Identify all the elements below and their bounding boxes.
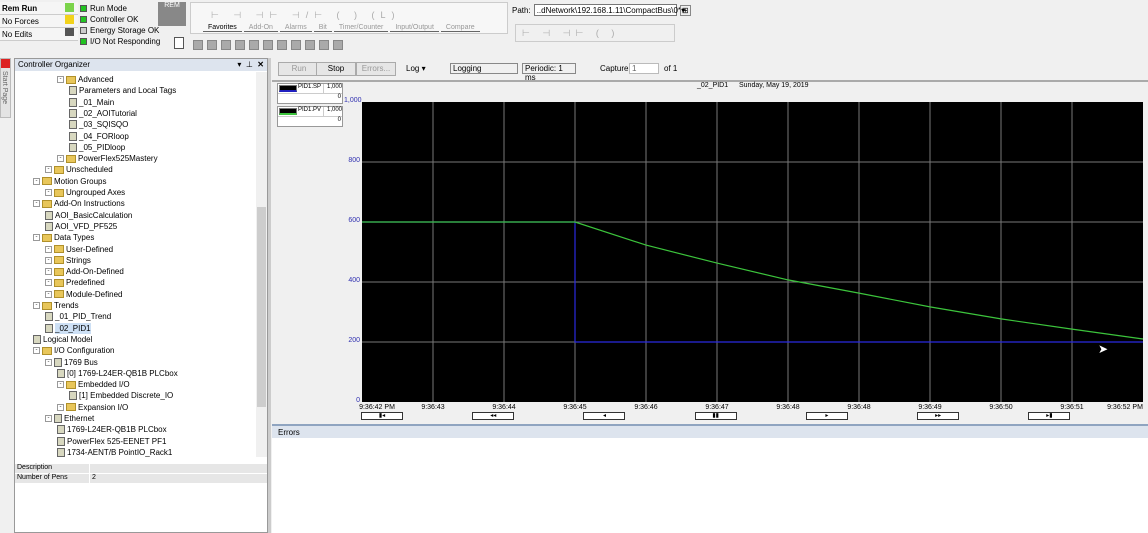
x-tick-label: 9:36:43 bbox=[421, 404, 445, 411]
x-tick-label: 9:36:49 bbox=[918, 404, 942, 411]
y-tick-label: 400 bbox=[348, 277, 360, 284]
errors-title: Errors bbox=[272, 426, 1148, 438]
y-tick-label: 0 bbox=[356, 397, 360, 404]
errors-panel: Errors bbox=[272, 424, 1148, 533]
scroll-nav-button[interactable]: ▸▮ bbox=[1028, 412, 1071, 420]
x-tick-label: 9:36:50 bbox=[989, 404, 1013, 411]
x-tick-label: 9:36:47 bbox=[705, 404, 729, 411]
x-tick-label: 9:36:45 bbox=[563, 404, 587, 411]
scroll-nav-button[interactable]: ◂◂ bbox=[472, 412, 515, 420]
mouse-cursor: ➤ bbox=[1098, 342, 1109, 356]
y-tick-label: 800 bbox=[348, 157, 360, 164]
scroll-nav-button[interactable]: ◂ bbox=[583, 412, 626, 420]
scroll-nav-button[interactable]: ▸▸ bbox=[917, 412, 960, 420]
y-tick-label: 200 bbox=[348, 337, 360, 344]
y-tick-label: 600 bbox=[348, 217, 360, 224]
x-tick-label: 9:36:42 PM bbox=[359, 404, 395, 411]
plot-area[interactable] bbox=[362, 102, 1143, 402]
x-tick-label: 9:36:48 bbox=[776, 404, 800, 411]
x-tick-label: 9:36:52 PM bbox=[1107, 404, 1143, 411]
x-tick-label: 9:36:46 bbox=[634, 404, 658, 411]
x-tick-label: 9:36:51 bbox=[1060, 404, 1084, 411]
scroll-nav-button[interactable]: ▮◂ bbox=[361, 412, 403, 420]
scroll-nav-button[interactable]: ▸ bbox=[805, 412, 848, 420]
y-tick-label: 1,000 bbox=[344, 97, 362, 104]
x-tick-label: 9:36:44 bbox=[492, 404, 516, 411]
scroll-nav-button[interactable]: ▮▮ bbox=[694, 412, 737, 420]
x-tick-label: 9:36:48 bbox=[847, 404, 871, 411]
